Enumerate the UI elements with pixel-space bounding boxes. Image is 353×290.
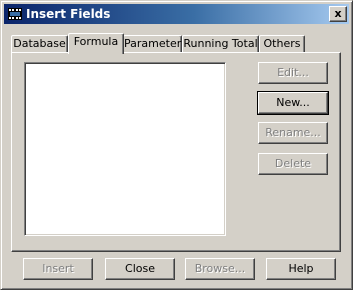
app-icon — [7, 6, 23, 22]
delete-button[interactable]: Delete — [258, 153, 328, 175]
tab-formula[interactable]: Formula — [68, 33, 124, 54]
formula-list[interactable] — [24, 62, 226, 236]
insert-button[interactable]: Insert — [23, 258, 93, 280]
edit-button[interactable]: Edit... — [258, 62, 328, 84]
tab-parameter[interactable]: Parameter — [123, 35, 182, 53]
new-button[interactable]: New... — [257, 91, 329, 115]
window-title: Insert Fields — [26, 7, 111, 21]
close-window-button[interactable]: x — [329, 6, 347, 22]
tab-others[interactable]: Others — [259, 35, 305, 53]
help-button[interactable]: Help — [266, 258, 336, 280]
insert-fields-dialog: Insert Fields x Database Formula Paramet… — [0, 0, 353, 290]
formula-tab-panel: Edit... New... Rename... Delete — [11, 52, 341, 252]
rename-button[interactable]: Rename... — [258, 122, 328, 144]
tab-running-total[interactable]: Running Total — [182, 35, 259, 53]
browse-button[interactable]: Browse... — [185, 258, 255, 280]
tab-database[interactable]: Database — [11, 35, 68, 53]
close-button[interactable]: Close — [105, 258, 175, 280]
title-bar[interactable]: Insert Fields x — [4, 4, 349, 24]
